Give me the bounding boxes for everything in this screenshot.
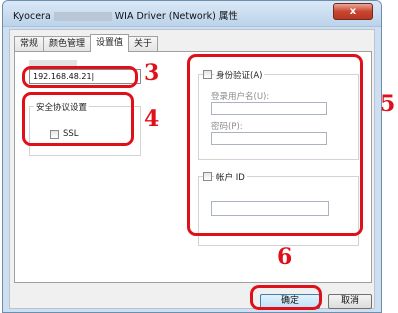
tab-color-management[interactable]: 颜色管理 [43,36,92,52]
window-title: Kyocera WIA Driver (Network) 属性 [13,8,238,22]
step-6-label: 6 [277,244,293,270]
tab-about[interactable]: 关于 [128,36,159,52]
step-5-label: 5 [380,91,396,117]
highlight-security-group [22,92,134,146]
title-suffix: WIA Driver (Network) 属性 [114,11,238,22]
close-button[interactable]: x [333,3,373,20]
title-prefix: Kyocera [13,11,51,22]
highlight-ok-button [250,285,322,310]
redacted-title-segment [53,12,112,21]
tab-settings[interactable]: 设置值 [90,34,130,52]
tab-general[interactable]: 常规 [14,36,45,52]
highlight-auth-account-area [187,54,363,236]
tab-strip: 常规 颜色管理 设置值 关于 [14,34,159,52]
title-bar[interactable]: Kyocera WIA Driver (Network) 属性 x [3,1,381,27]
step-3-label: 3 [144,60,160,86]
cancel-button[interactable]: 取消 [328,294,372,309]
highlight-host-input [22,66,138,88]
step-4-label: 4 [144,106,160,132]
